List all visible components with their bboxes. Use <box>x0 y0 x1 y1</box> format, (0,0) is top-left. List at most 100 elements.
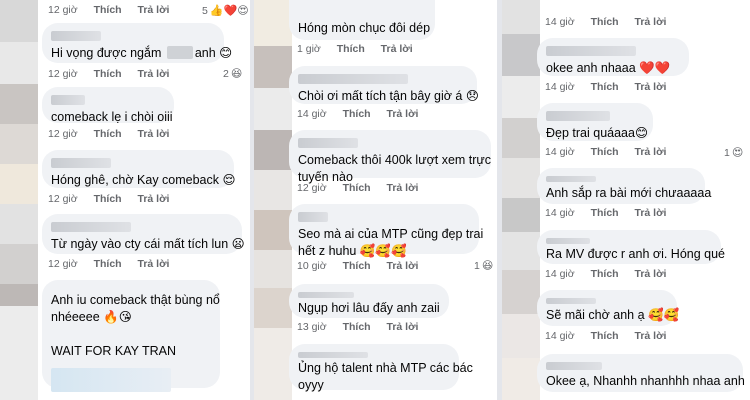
comment-bubble: Okee ạ, Nhanhh nhanhhh nhaa anh <box>537 354 745 392</box>
like-link[interactable]: Thích <box>591 16 619 28</box>
commenter-name-redacted <box>51 222 131 232</box>
reaction-count: 1 <box>724 146 730 159</box>
avatar[interactable] <box>502 232 540 270</box>
like-link[interactable]: Thích <box>94 4 122 16</box>
reaction-summary[interactable]: 1 😍 <box>724 146 744 160</box>
comment-bubble: Ra MV được r anh ơi. Hóng qué <box>537 230 725 264</box>
like-link[interactable]: Thích <box>94 193 122 205</box>
avatar[interactable] <box>0 124 38 164</box>
avatar[interactable] <box>502 0 540 34</box>
avatar[interactable] <box>0 306 38 400</box>
commenter-name-redacted <box>298 292 354 298</box>
avatar[interactable] <box>502 314 540 358</box>
comment-time: 14 giờ <box>545 146 575 158</box>
like-link[interactable]: Thích <box>337 43 365 55</box>
avatar-strip <box>502 0 540 400</box>
avatar[interactable] <box>254 288 292 328</box>
comment-actions: 12 giờ Thích Trả lời <box>48 4 182 16</box>
avatar[interactable] <box>254 130 292 170</box>
avatar[interactable] <box>0 84 38 124</box>
reply-link[interactable]: Trả lời <box>138 258 170 270</box>
like-link[interactable]: Thích <box>343 321 371 333</box>
like-link[interactable]: Thích <box>591 146 619 158</box>
avatar[interactable] <box>254 328 292 400</box>
comments-panel-right: 14 giờ Thích Trả lời okee anh nhaaa ❤️❤️… <box>502 0 750 400</box>
like-link[interactable]: Thích <box>94 128 122 140</box>
comment-bubble: Hóng mòn chục đôi dép <box>289 0 435 40</box>
reply-link[interactable]: Trả lời <box>635 146 667 158</box>
comment-text-line: Seo mà ai của MTP cũng đẹp trai <box>298 227 484 241</box>
commenter-name-redacted <box>546 298 596 304</box>
like-link[interactable]: Thích <box>343 182 371 194</box>
reaction-summary[interactable]: 5 👍❤️😍 <box>202 4 249 18</box>
comment-text-line: Ủng hộ talent nhà MTP các bác <box>298 361 473 375</box>
comment-bubble: Sẽ mãi chờ anh ạ 🥰🥰 <box>537 290 680 326</box>
avatar[interactable] <box>0 42 38 84</box>
comment-text: Hi vọng được ngắm anh 😊 <box>51 46 233 60</box>
comment-text: Chòi ơi mất tích tận bây giờ á 😞 <box>298 89 479 103</box>
comment-text: Sẽ mãi chờ anh ạ 🥰🥰 <box>546 308 680 322</box>
reply-link[interactable]: Trả lời <box>387 182 419 194</box>
avatar[interactable] <box>502 76 540 118</box>
reply-link[interactable]: Trả lời <box>635 207 667 219</box>
avatar[interactable] <box>254 250 292 288</box>
avatar[interactable] <box>502 158 540 198</box>
reply-link[interactable]: Trả lời <box>138 128 170 140</box>
avatar[interactable] <box>254 0 292 46</box>
commenter-name-redacted <box>546 176 596 182</box>
reaction-icons: 😍 <box>731 147 744 159</box>
comment-bubble: Seo mà ai của MTP cũng đẹp trai hết z hu… <box>289 204 484 258</box>
avatar[interactable] <box>0 164 38 204</box>
avatar[interactable] <box>502 118 540 158</box>
reply-link[interactable]: Trả lời <box>635 330 667 342</box>
comment-actions: 12 giờ Thích Trả lời <box>48 258 182 270</box>
avatar[interactable] <box>0 284 38 306</box>
like-link[interactable]: Thích <box>591 81 619 93</box>
like-link[interactable]: Thích <box>591 207 619 219</box>
reply-link[interactable]: Trả lời <box>381 43 413 55</box>
comment-text-line: Comeback thôi 400k lượt xem trực <box>298 153 492 167</box>
comment-actions: 14 giờ Thích Trả lời <box>545 81 679 93</box>
reply-link[interactable]: Trả lời <box>635 268 667 280</box>
avatar[interactable] <box>502 270 540 314</box>
like-link[interactable]: Thích <box>343 260 371 272</box>
like-link[interactable]: Thích <box>94 258 122 270</box>
comment-text-line: WAIT FOR KAY TRAN <box>51 344 177 358</box>
reply-link[interactable]: Trả lời <box>635 16 667 28</box>
comment-text: Hóng ghê, chờ Kay comeback 😌 <box>51 173 236 187</box>
avatar[interactable] <box>254 210 292 250</box>
comment-time: 1 giờ <box>297 43 321 55</box>
reply-link[interactable]: Trả lời <box>387 108 419 120</box>
comment-bubble: Comeback thôi 400k lượt xem trực tuyến n… <box>289 130 492 184</box>
like-link[interactable]: Thích <box>94 68 122 80</box>
avatar[interactable] <box>0 204 38 244</box>
commenter-name-redacted <box>298 138 358 148</box>
comment-text-line: hết z huhu 🥰🥰🥰 <box>298 244 407 258</box>
commenter-name-redacted <box>546 46 636 56</box>
comment-text-line: oyyy <box>298 378 324 392</box>
avatar[interactable] <box>254 88 292 130</box>
comments-panel-left: 12 giờ Thích Trả lời 5 👍❤️😍 Hi vọng được… <box>0 0 250 400</box>
comment-time: 14 giờ <box>545 16 575 28</box>
avatar[interactable] <box>254 170 292 210</box>
reaction-summary[interactable]: 1 😆 <box>474 259 493 273</box>
like-link[interactable]: Thích <box>591 268 619 280</box>
like-link[interactable]: Thích <box>591 330 619 342</box>
reply-link[interactable]: Trả lời <box>138 68 170 80</box>
comment-actions: 12 giờ Thích Trả lời <box>48 68 182 80</box>
comment-actions: 12 giờ Thích Trả lời <box>297 182 431 194</box>
avatar[interactable] <box>502 358 540 400</box>
avatar[interactable] <box>0 0 38 42</box>
reply-link[interactable]: Trả lời <box>635 81 667 93</box>
reply-link[interactable]: Trả lời <box>387 260 419 272</box>
reaction-summary[interactable]: 2 😆 <box>223 67 242 81</box>
reply-link[interactable]: Trả lời <box>138 193 170 205</box>
reply-link[interactable]: Trả lời <box>387 321 419 333</box>
reply-link[interactable]: Trả lời <box>138 4 170 16</box>
avatar[interactable] <box>0 244 38 284</box>
like-link[interactable]: Thích <box>343 108 371 120</box>
avatar[interactable] <box>254 46 292 88</box>
comment-time: 12 giờ <box>297 182 327 194</box>
avatar[interactable] <box>502 34 540 76</box>
avatar[interactable] <box>502 198 540 232</box>
